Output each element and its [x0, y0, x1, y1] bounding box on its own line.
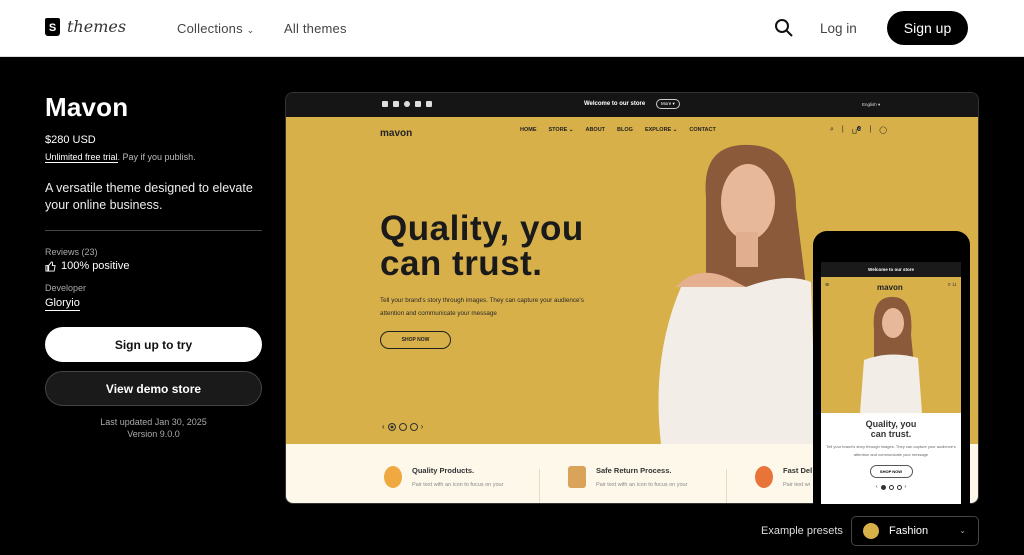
- account-icon: ◯: [879, 127, 888, 134]
- reviews-positive: 100% positive: [61, 260, 130, 272]
- thumbs-up-icon: [45, 260, 56, 272]
- trial-info: Unlimited free trial. Pay if you publish…: [45, 152, 262, 163]
- trial-suffix: . Pay if you publish.: [117, 152, 196, 162]
- preview-announcement-bar: Welcome to our store More ▾ English ▾: [286, 93, 978, 117]
- preview-subtext: Tell your brand's story through images. …: [380, 297, 584, 317]
- mobile-slider-dots: ‹ ›: [875, 484, 907, 490]
- hamburger-icon: ≡: [825, 282, 830, 289]
- preview-slider-dots: ‹ ›: [382, 422, 423, 431]
- theme-meta: Last updated Jan 30, 2025 Version 9.0.0: [45, 416, 262, 440]
- sign-up-to-try-button[interactable]: Sign up to try: [45, 327, 262, 362]
- mobile-cart-icon: ⌕ ⊔: [947, 282, 956, 288]
- mobile-headline: Quality, you can trust.: [865, 419, 917, 439]
- preset-select[interactable]: Fashion ⌄: [851, 516, 979, 546]
- nav-collections[interactable]: Collections ⌄: [177, 21, 254, 36]
- example-presets-label: Example presets: [761, 525, 843, 537]
- preview-menu-item: STORE ⌄: [548, 127, 574, 133]
- search-icon[interactable]: [774, 18, 794, 38]
- feature-item: Quality Products. Pair text with an icon …: [384, 466, 503, 488]
- social-icons: [382, 101, 432, 107]
- nav-collections-label: Collections: [177, 21, 243, 36]
- slide-dot: [387, 422, 396, 431]
- theme-price: $280 USD: [45, 134, 96, 146]
- return-box-icon: [568, 466, 586, 488]
- feature-text: Pair text with an icon to focus on your: [412, 482, 504, 488]
- preview-menu-item: BLOG: [617, 127, 633, 133]
- chevron-right-icon: ›: [420, 422, 424, 431]
- ribbon-award-icon: [384, 466, 402, 488]
- slide-dot: [398, 422, 407, 431]
- feature-item: Fast Del Pair text wi: [755, 466, 812, 488]
- signup-button[interactable]: Sign up: [887, 11, 968, 45]
- preview-headline: Quality, you can trust.: [380, 209, 584, 283]
- preview-more: More ▾: [656, 99, 680, 109]
- twitter-icon: [382, 101, 388, 107]
- cart-count: 0: [857, 126, 862, 131]
- chevron-left-icon: ‹: [382, 422, 385, 431]
- preview-shop-now: SHOP NOW: [380, 331, 451, 349]
- preview-menu-item: EXPLORE ⌄: [644, 127, 678, 133]
- preview-menu: HOME STORE ⌄ ABOUT BLOG EXPLORE ⌄ CONTAC…: [520, 127, 728, 133]
- top-navigation: S themes Collections ⌄ All themes Log in…: [0, 0, 1024, 57]
- feature-text: Pair text with an icon to focus on your: [596, 482, 688, 488]
- color-swatch: [863, 523, 879, 539]
- instagram-icon: [415, 101, 421, 107]
- chevron-down-icon: ⌄: [246, 25, 255, 35]
- reviews-label[interactable]: Reviews (23): [45, 247, 262, 257]
- search-icon: ⌕: [830, 126, 834, 133]
- preview-language: English ▾: [862, 102, 881, 107]
- shopify-bag-icon: S: [45, 17, 60, 36]
- facebook-icon: [393, 101, 399, 107]
- theme-description: A versatile theme designed to elevate yo…: [45, 181, 253, 212]
- shopify-themes-logo[interactable]: S themes: [45, 17, 126, 36]
- slide-dot: [880, 484, 886, 490]
- theme-info-panel: Mavon $280 USD Unlimited free trial. Pay…: [45, 92, 262, 311]
- mobile-hero: ≡ mavon ⌕ ⊔: [821, 277, 961, 413]
- tiktok-icon: [426, 101, 432, 107]
- mobile-hero-text: Quality, you can trust. Tell your brand'…: [821, 413, 961, 490]
- preview-header-icons: ⌕ | ⊔0 | ◯: [830, 126, 888, 136]
- login-link[interactable]: Log in: [820, 21, 857, 36]
- mobile-subtext: Tell your brand's story through images. …: [826, 444, 956, 457]
- developer-label: Developer: [45, 283, 87, 293]
- mobile-brand: mavon: [877, 283, 903, 292]
- preview-brand: mavon: [380, 128, 413, 139]
- mobile-shop-now: SHOP NOW: [869, 465, 913, 478]
- nav-all-themes[interactable]: All themes: [284, 21, 347, 36]
- developer-link[interactable]: Gloryio: [45, 297, 80, 311]
- feature-title: Quality Products.: [412, 466, 475, 475]
- divider: [726, 469, 727, 503]
- preview-welcome: Welcome to our store: [584, 101, 646, 107]
- logo-text: themes: [67, 17, 127, 36]
- preview-menu-item: HOME: [520, 127, 537, 133]
- feature-title: Fast Del: [783, 466, 813, 475]
- slide-dot: [888, 484, 894, 490]
- theme-title: Mavon: [45, 92, 129, 122]
- pinterest-icon: [404, 101, 410, 107]
- cart-icon: ⊔0: [851, 126, 862, 136]
- mobile-preview: Welcome to our store ≡ mavon ⌕ ⊔ Quality…: [813, 231, 970, 504]
- delivery-pin-icon: [755, 466, 773, 488]
- reviews-value: 100% positive: [45, 260, 262, 272]
- feature-title: Safe Return Process.: [596, 466, 672, 475]
- version: Version 9.0.0: [127, 429, 180, 439]
- divider: [45, 230, 262, 231]
- mobile-announcement: Welcome to our store: [821, 262, 961, 277]
- chevron-down-icon: ⌄: [959, 526, 966, 535]
- trial-link[interactable]: Unlimited free trial: [45, 152, 118, 163]
- mobile-model-photo: [860, 296, 922, 413]
- preview-menu-item: CONTACT: [689, 127, 716, 133]
- slide-dot: [409, 422, 418, 431]
- feature-item: Safe Return Process. Pair text with an ic…: [568, 466, 687, 488]
- preset-selected: Fashion: [889, 525, 929, 537]
- feature-text: Pair text wi: [783, 482, 810, 488]
- last-updated: Last updated Jan 30, 2025: [100, 417, 207, 427]
- divider: [539, 469, 540, 503]
- model-photo: [658, 144, 816, 444]
- view-demo-store-button[interactable]: View demo store: [45, 371, 262, 406]
- mobile-screen: Welcome to our store ≡ mavon ⌕ ⊔ Quality…: [821, 262, 961, 504]
- preview-menu-item: ABOUT: [585, 127, 606, 133]
- slide-dot: [896, 484, 902, 490]
